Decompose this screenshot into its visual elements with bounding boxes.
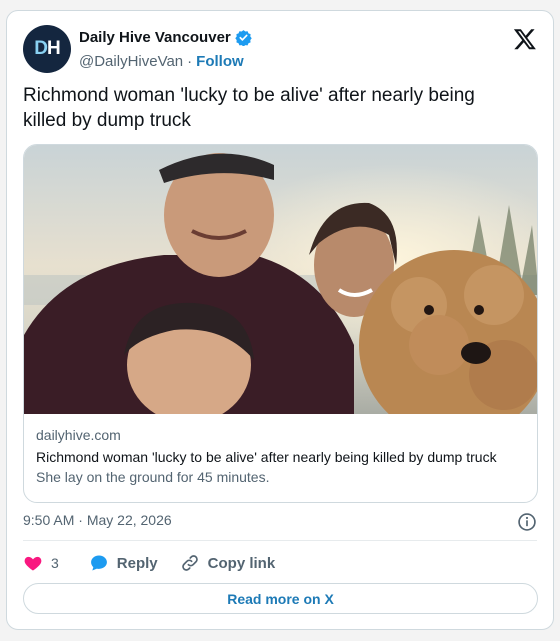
timestamp-separator: ·	[78, 512, 83, 528]
like-count: 3	[51, 555, 59, 571]
avatar-initials: DH	[34, 38, 60, 59]
follow-button[interactable]: Follow	[196, 53, 244, 70]
link-description: She lay on the ground for 45 minutes.	[36, 469, 270, 485]
handle-row: @DailyHiveVan · Follow	[79, 53, 244, 70]
reply-bubble-icon	[90, 555, 107, 571]
link-card-meta: dailyhive.com Richmond woman 'lucky to b…	[36, 427, 525, 485]
timestamp-row: 9:50 AM · May 22, 2026	[23, 512, 537, 532]
handle-separator: ·	[187, 53, 193, 70]
tweet-header: DH Daily Hive Vancouver @DailyHiveVan · …	[23, 23, 537, 73]
action-bar: 3 Reply Copy link	[23, 552, 297, 574]
reply-label: Reply	[116, 554, 158, 572]
name-row: Daily Hive Vancouver	[79, 29, 252, 46]
verified-badge-icon	[235, 30, 252, 46]
link-icon	[181, 555, 198, 571]
copy-link-label: Copy link	[207, 554, 276, 572]
reply-button[interactable]: Reply	[89, 553, 158, 573]
tweet-text: Richmond woman 'lucky to be alive' after…	[23, 85, 475, 131]
link-title: Richmond woman 'lucky to be alive' after…	[36, 449, 497, 465]
read-more-button[interactable]: Read more on X	[23, 583, 538, 614]
copy-link-button[interactable]: Copy link	[180, 553, 276, 573]
link-preview-card[interactable]: dailyhive.com Richmond woman 'lucky to b…	[23, 144, 538, 503]
link-domain: dailyhive.com	[36, 427, 121, 443]
display-name[interactable]: Daily Hive Vancouver	[79, 29, 231, 46]
tweet-time[interactable]: 9:50 AM	[23, 512, 74, 528]
embedded-tweet-card: DH Daily Hive Vancouver @DailyHiveVan · …	[6, 10, 554, 630]
x-logo-icon[interactable]	[513, 27, 537, 51]
article-photo	[24, 145, 537, 414]
heart-icon	[24, 556, 42, 571]
handle[interactable]: @DailyHiveVan	[79, 53, 183, 70]
tweet-date[interactable]: May 22, 2026	[87, 512, 172, 528]
info-icon[interactable]	[517, 512, 537, 532]
divider	[23, 540, 537, 541]
like-button[interactable]: 3	[23, 553, 67, 573]
avatar[interactable]: DH	[23, 25, 71, 73]
